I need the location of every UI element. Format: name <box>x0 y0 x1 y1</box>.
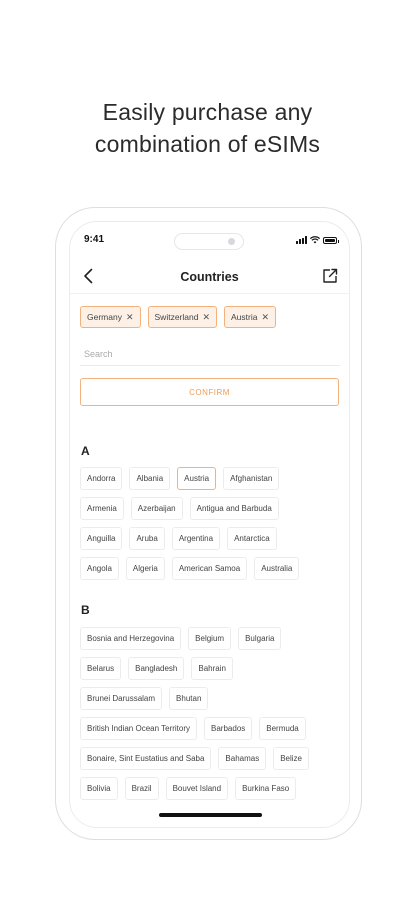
country-tag[interactable]: Bermuda <box>259 717 306 740</box>
country-row: Andorra Albania Austria Afghanistan <box>80 467 280 490</box>
section-letter-b: B <box>81 603 90 617</box>
country-row: Bosnia and Herzegovina Belgium Bulgaria <box>80 627 282 650</box>
country-row: British Indian Ocean Territory Barbados … <box>80 717 306 740</box>
country-tag[interactable]: Australia <box>254 557 300 580</box>
country-tag[interactable]: Antigua and Barbuda <box>189 497 279 520</box>
country-row: Armenia Azerbaijan Antigua and Barbuda <box>80 497 279 520</box>
signal-icon <box>296 236 307 244</box>
section-letter-a: A <box>81 444 90 458</box>
country-tag[interactable]: Armenia <box>80 497 124 520</box>
country-tag[interactable]: Brazil <box>124 777 159 800</box>
country-tag[interactable]: Angola <box>80 557 119 580</box>
close-icon[interactable]: ✕ <box>126 312 134 323</box>
close-icon[interactable]: ✕ <box>202 312 210 323</box>
country-row: Anguilla Aruba Argentina Antarctica <box>80 527 277 550</box>
country-tag[interactable]: Bonaire, Sint Eustatius and Saba <box>80 747 212 770</box>
headline-line-2: combination of eSIMs <box>94 131 321 157</box>
chip-label: Austria <box>231 312 258 322</box>
country-tag[interactable]: Azerbaijan <box>130 497 183 520</box>
country-tag[interactable]: Bolivia <box>80 777 118 800</box>
chip-label: Switzerland <box>154 312 199 322</box>
country-tag[interactable]: Burkina Faso <box>235 777 297 800</box>
battery-icon <box>323 236 339 244</box>
country-tag[interactable]: Bulgaria <box>238 627 282 650</box>
country-tag[interactable]: American Samoa <box>171 557 248 580</box>
camera-dot-icon <box>228 238 235 245</box>
country-row: Brunei Darussalam Bhutan <box>80 687 209 710</box>
headline-line-1: Easily purchase any <box>102 99 313 125</box>
country-tag[interactable]: Bahamas <box>218 747 267 770</box>
selected-countries: Germany ✕ Switzerland ✕ Austria ✕ <box>80 306 277 328</box>
external-link-icon[interactable] <box>320 266 340 286</box>
chip-label: Germany <box>87 312 122 322</box>
country-tag[interactable]: Belgium <box>188 627 232 650</box>
nav-bar: Countries <box>70 260 349 294</box>
country-row: Bonaire, Sint Eustatius and Saba Bahamas… <box>80 747 310 770</box>
phone-screen: 9:41 Countries Germany ✕ Switzerland ✕ A… <box>69 221 350 828</box>
dynamic-island <box>174 233 244 250</box>
phone-frame: 9:41 Countries Germany ✕ Switzerland ✕ A… <box>55 207 362 840</box>
country-tag[interactable]: Bahrain <box>191 657 233 680</box>
home-indicator[interactable] <box>159 813 262 817</box>
selected-chip[interactable]: Germany ✕ <box>80 306 141 328</box>
country-tag[interactable]: Bhutan <box>169 687 209 710</box>
country-tag[interactable]: Barbados <box>204 717 253 740</box>
country-tag[interactable]: Aruba <box>129 527 165 550</box>
country-row: Belarus Bangladesh Bahrain <box>80 657 233 680</box>
country-tag[interactable]: Algeria <box>125 557 165 580</box>
headline: Easily purchase any combination of eSIMs <box>0 96 415 160</box>
country-tag-selected[interactable]: Austria <box>177 467 217 490</box>
page-title: Countries <box>180 270 239 284</box>
country-tag[interactable]: Bouvet Island <box>165 777 229 800</box>
country-tag[interactable]: Bosnia and Herzegovina <box>80 627 182 650</box>
country-tag[interactable]: British Indian Ocean Territory <box>80 717 198 740</box>
selected-chip[interactable]: Switzerland ✕ <box>147 306 217 328</box>
country-tag[interactable]: Belize <box>273 747 310 770</box>
status-time: 9:41 <box>84 234 105 245</box>
country-tag[interactable]: Afghanistan <box>223 467 280 490</box>
country-tag[interactable]: Belarus <box>80 657 122 680</box>
country-tag[interactable]: Andorra <box>80 467 123 490</box>
close-icon[interactable]: ✕ <box>261 312 269 323</box>
status-bar: 9:41 <box>70 233 349 250</box>
search-input[interactable] <box>80 342 340 366</box>
selected-chip[interactable]: Austria ✕ <box>224 306 277 328</box>
country-tag[interactable]: Brunei Darussalam <box>80 687 163 710</box>
wifi-icon <box>310 236 320 244</box>
status-icons <box>296 236 339 244</box>
country-tag[interactable]: Anguilla <box>80 527 123 550</box>
country-tag[interactable]: Albania <box>129 467 171 490</box>
country-row: Angola Algeria American Samoa Australia <box>80 557 300 580</box>
country-tag[interactable]: Bangladesh <box>128 657 185 680</box>
country-tag[interactable]: Antarctica <box>227 527 277 550</box>
confirm-button[interactable]: CONFIRM <box>80 378 339 406</box>
country-row: Bolivia Brazil Bouvet Island Burkina Fas… <box>80 777 297 800</box>
country-tag[interactable]: Argentina <box>171 527 221 550</box>
